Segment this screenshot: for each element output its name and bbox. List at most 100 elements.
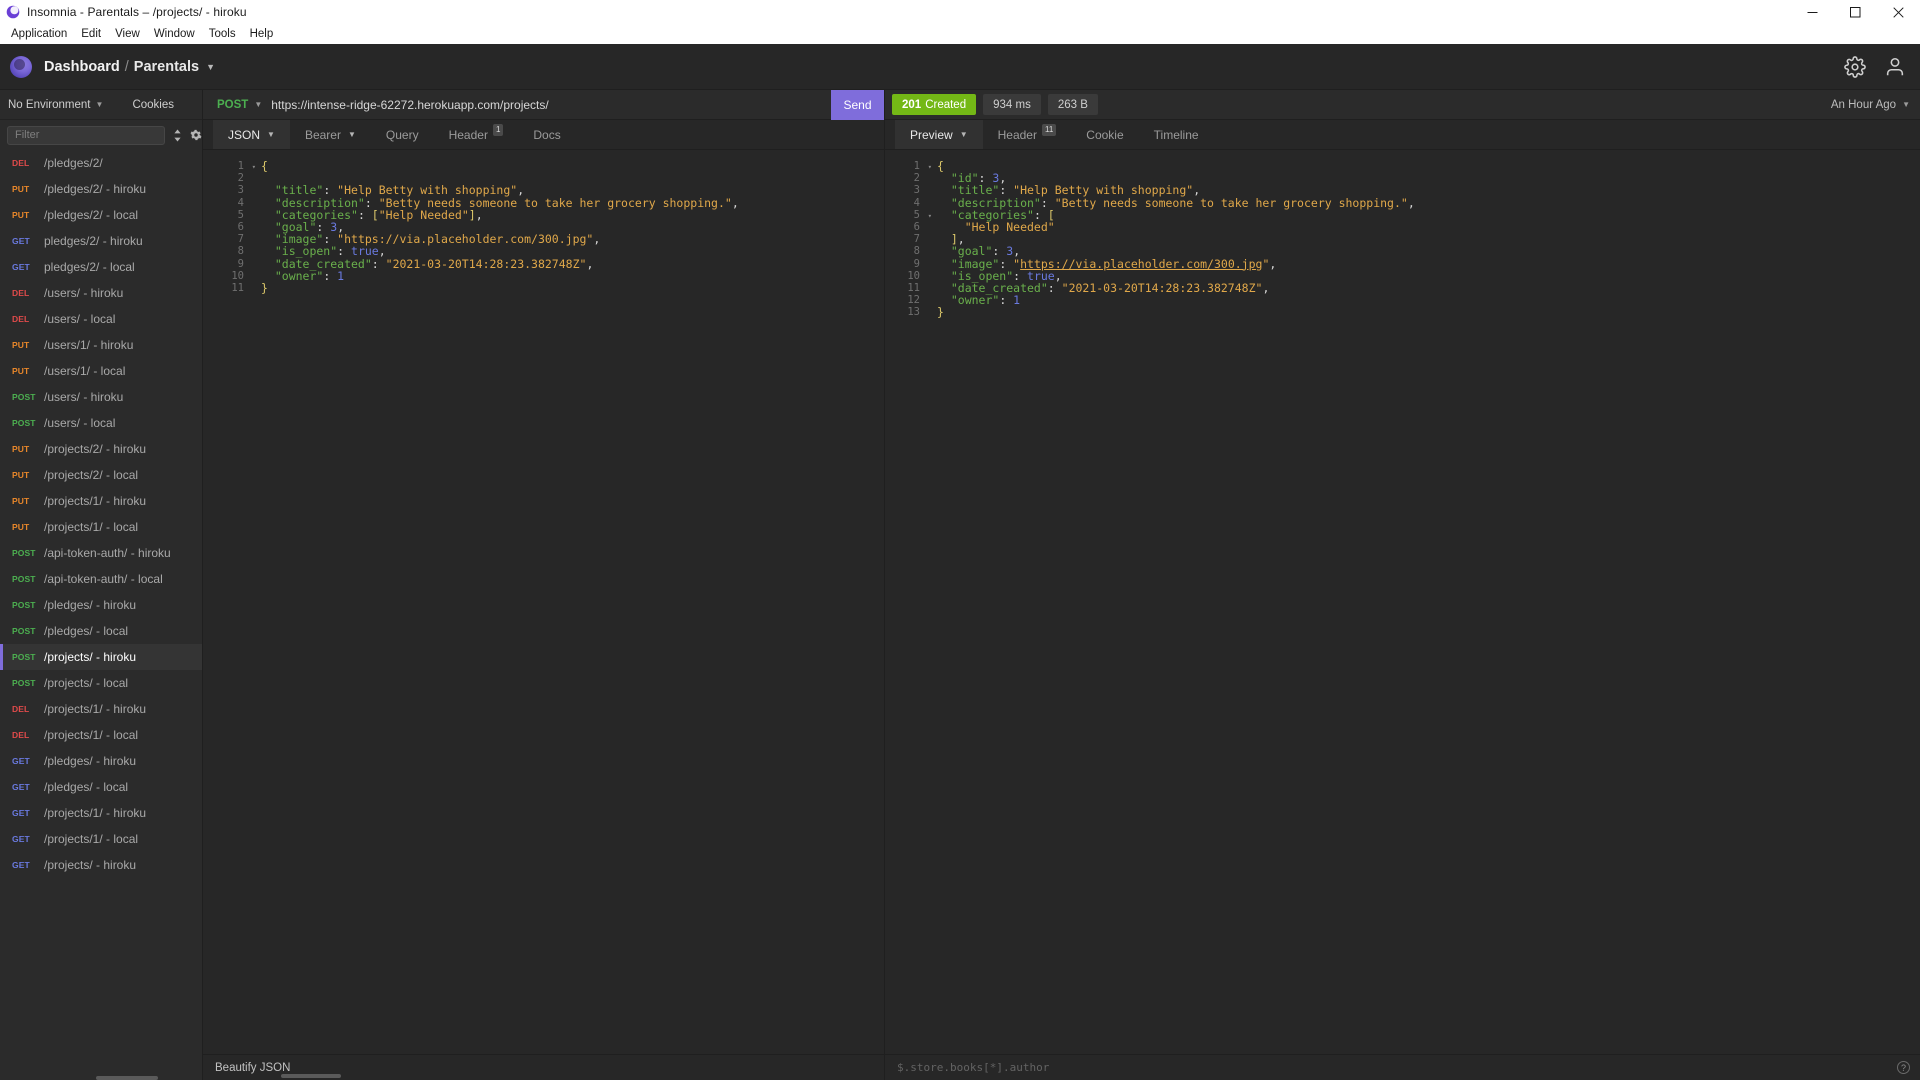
request-list-item[interactable]: GETpledges/2/ - hiroku xyxy=(0,228,202,254)
response-tab-header[interactable]: Header11 xyxy=(983,120,1072,149)
editor-scrollbar[interactable] xyxy=(281,1074,341,1078)
request-method-label: PUT xyxy=(9,496,44,506)
menu-edit[interactable]: Edit xyxy=(74,25,108,43)
response-tab-preview[interactable]: Preview▼ xyxy=(895,120,983,149)
request-list-item[interactable]: PUT/users/1/ - hiroku xyxy=(0,332,202,358)
line-number: 1▾ xyxy=(885,160,925,172)
close-button[interactable] xyxy=(1877,0,1920,24)
request-list-item[interactable]: POST/pledges/ - hiroku xyxy=(0,592,202,618)
request-list-item[interactable]: GET/projects/ - hiroku xyxy=(0,852,202,878)
response-history-dropdown[interactable]: An Hour Ago ▼ xyxy=(1831,99,1910,111)
request-name-label: /projects/1/ - hiroku xyxy=(44,702,146,716)
fold-toggle-icon[interactable]: ▾ xyxy=(925,210,932,222)
code-line: 12 "owner": 1 xyxy=(885,294,1920,306)
question-mark-icon[interactable]: ? xyxy=(1897,1061,1910,1074)
sidebar-scrollbar[interactable] xyxy=(96,1076,158,1080)
fold-toggle-icon[interactable]: ▾ xyxy=(925,161,932,173)
response-tab-cookie[interactable]: Cookie xyxy=(1071,120,1138,149)
cookies-button[interactable]: Cookies xyxy=(132,99,194,111)
line-number: 8 xyxy=(885,245,925,257)
request-list-item[interactable]: DEL/users/ - hiroku xyxy=(0,280,202,306)
request-list[interactable]: DEL/pledges/2/PUT/pledges/2/ - hirokuPUT… xyxy=(0,150,202,1080)
request-list-item[interactable]: GET/projects/1/ - local xyxy=(0,826,202,852)
menu-view[interactable]: View xyxy=(108,25,147,43)
request-tab-header[interactable]: Header1 xyxy=(434,120,519,149)
response-size-badge[interactable]: 263 B xyxy=(1048,94,1098,115)
breadcrumb[interactable]: Dashboard / Parentals ▼ xyxy=(44,59,215,75)
tab-label: Bearer xyxy=(305,128,341,142)
beautify-json-button[interactable]: Beautify JSON xyxy=(215,1062,290,1074)
request-list-item[interactable]: PUT/users/1/ - local xyxy=(0,358,202,384)
filter-input[interactable] xyxy=(7,126,165,145)
request-method-label: GET xyxy=(9,808,44,818)
request-list-item[interactable]: PUT/projects/2/ - local xyxy=(0,462,202,488)
request-list-item[interactable]: GETpledges/2/ - local xyxy=(0,254,202,280)
response-body-viewer[interactable]: 1▾{2 "id": 3,3 "title": "Help Betty with… xyxy=(885,150,1920,1054)
request-list-item[interactable]: DEL/projects/1/ - local xyxy=(0,722,202,748)
chevron-down-icon[interactable]: ▼ xyxy=(95,100,103,109)
request-list-item[interactable]: PUT/pledges/2/ - hiroku xyxy=(0,176,202,202)
request-list-item[interactable]: PUT/projects/1/ - local xyxy=(0,514,202,540)
code-token-str: "2021-03-20T14:28:23.382748Z" xyxy=(1062,281,1263,295)
line-number: 4 xyxy=(203,197,249,209)
request-list-item[interactable]: GET/pledges/ - hiroku xyxy=(0,748,202,774)
request-list-item[interactable]: POST/projects/ - local xyxy=(0,670,202,696)
response-filter-input[interactable]: $.store.books[*].author xyxy=(897,1061,1049,1074)
request-list-item[interactable]: POST/users/ - local xyxy=(0,410,202,436)
request-tab-docs[interactable]: Docs xyxy=(518,120,575,149)
gear-icon[interactable] xyxy=(1844,56,1866,78)
gear-icon xyxy=(190,129,202,141)
code-token-punc: , xyxy=(476,208,483,222)
menu-tools[interactable]: Tools xyxy=(202,25,243,43)
request-list-item[interactable]: PUT/pledges/2/ - local xyxy=(0,202,202,228)
request-method-label: PUT xyxy=(9,444,44,454)
request-list-item[interactable]: POST/users/ - hiroku xyxy=(0,384,202,410)
response-time-badge[interactable]: 934 ms xyxy=(983,94,1041,115)
line-number: 6 xyxy=(203,221,249,233)
request-list-item[interactable]: GET/projects/1/ - hiroku xyxy=(0,800,202,826)
fold-toggle-icon[interactable]: ▾ xyxy=(249,161,256,173)
request-list-item[interactable]: PUT/projects/1/ - hiroku xyxy=(0,488,202,514)
code-line: 10 "owner": 1 xyxy=(203,270,884,282)
code-token-brace: } xyxy=(261,281,268,295)
request-name-label: /projects/ - hiroku xyxy=(44,650,136,664)
request-tabbar: JSON▼Bearer▼QueryHeader1Docs xyxy=(203,120,884,150)
request-list-item[interactable]: DEL/users/ - local xyxy=(0,306,202,332)
request-body-editor[interactable]: 1▾{23 "title": "Help Betty with shopping… xyxy=(203,150,884,1054)
request-name-label: /projects/1/ - local xyxy=(44,832,138,846)
menu-application[interactable]: Application xyxy=(4,25,74,43)
user-icon[interactable] xyxy=(1884,56,1906,78)
tab-badge: 1 xyxy=(493,124,503,136)
status-code: 201 xyxy=(902,99,921,111)
request-list-item[interactable]: POST/pledges/ - local xyxy=(0,618,202,644)
request-list-item[interactable]: GET/pledges/ - local xyxy=(0,774,202,800)
request-list-item[interactable]: DEL/pledges/2/ xyxy=(0,150,202,176)
maximize-button[interactable] xyxy=(1834,0,1877,24)
request-tab-bearer[interactable]: Bearer▼ xyxy=(290,120,371,149)
minimize-button[interactable] xyxy=(1791,0,1834,24)
status-badge[interactable]: 201Created xyxy=(892,94,976,115)
response-pane: 201Created 934 ms 263 B An Hour Ago ▼ Pr… xyxy=(885,90,1920,1080)
sort-icon[interactable] xyxy=(172,129,183,142)
method-selector[interactable]: POST ▼ xyxy=(203,99,271,111)
menu-help[interactable]: Help xyxy=(243,25,281,43)
breadcrumb-dashboard[interactable]: Dashboard xyxy=(44,59,120,75)
request-list-item[interactable]: POST/api-token-auth/ - hiroku xyxy=(0,540,202,566)
line-number: 5 xyxy=(203,209,249,221)
request-tab-query[interactable]: Query xyxy=(371,120,434,149)
request-list-item[interactable]: POST/api-token-auth/ - local xyxy=(0,566,202,592)
request-list-item[interactable]: PUT/projects/2/ - hiroku xyxy=(0,436,202,462)
request-tab-json[interactable]: JSON▼ xyxy=(213,120,290,149)
breadcrumb-project[interactable]: Parentals xyxy=(134,59,199,75)
request-name-label: /users/ - hiroku xyxy=(44,286,123,300)
code-token-num: 1 xyxy=(337,269,344,283)
send-button[interactable]: Send xyxy=(831,90,884,120)
environment-selector-label[interactable]: No Environment xyxy=(8,99,90,111)
chevron-down-icon[interactable]: ▼ xyxy=(206,62,215,72)
request-list-item[interactable]: POST/projects/ - hiroku xyxy=(0,644,202,670)
request-list-item[interactable]: DEL/projects/1/ - hiroku xyxy=(0,696,202,722)
menu-window[interactable]: Window xyxy=(147,25,202,43)
url-input[interactable]: https://intense-ridge-62272.herokuapp.co… xyxy=(271,98,831,112)
response-tab-timeline[interactable]: Timeline xyxy=(1139,120,1214,149)
insomnia-logo-icon xyxy=(10,56,32,78)
